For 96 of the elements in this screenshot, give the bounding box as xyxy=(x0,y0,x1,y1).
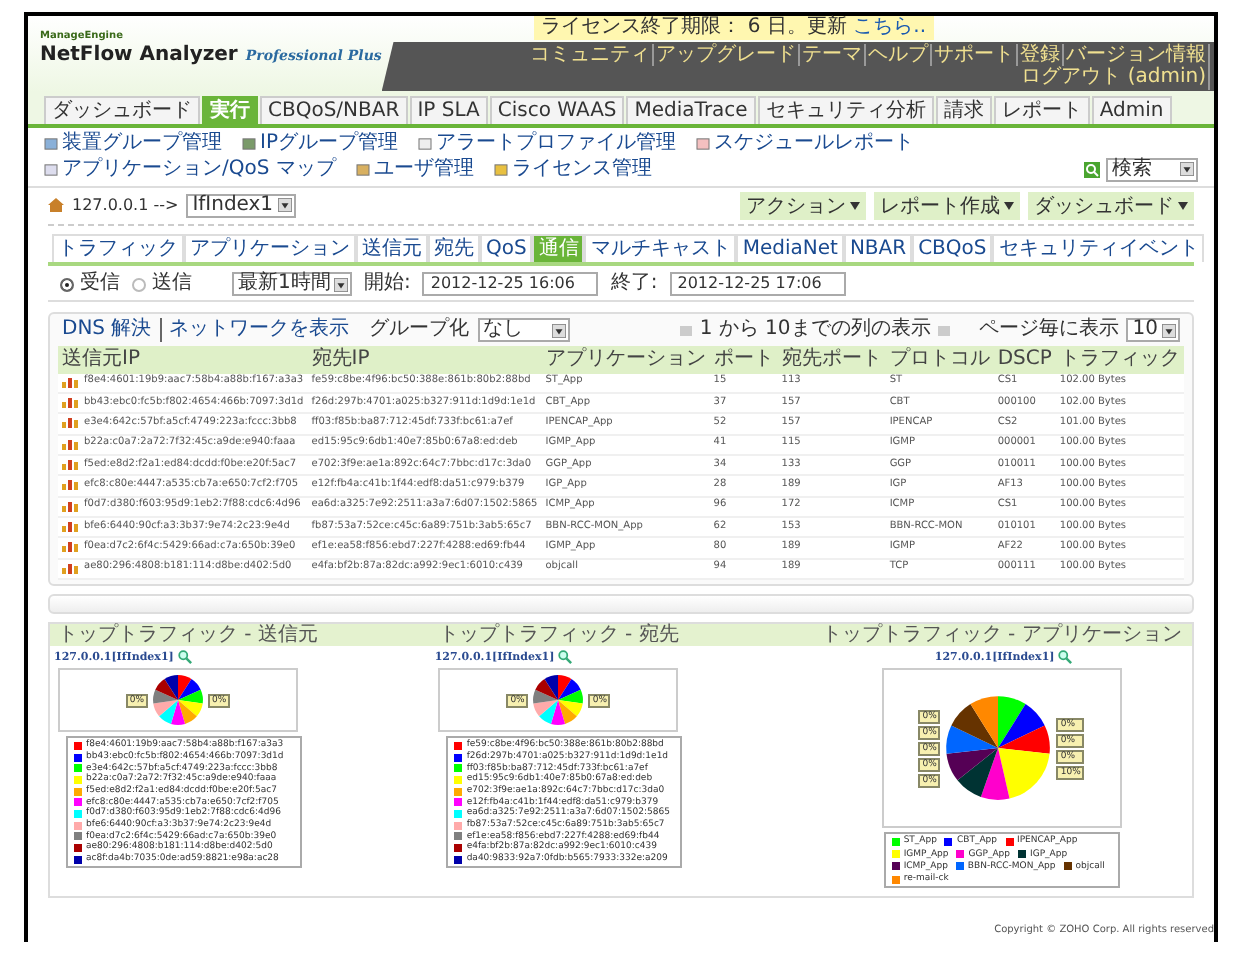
top-link[interactable]: コミュニティ xyxy=(528,43,654,66)
report-tab[interactable]: QoS xyxy=(480,233,533,262)
report-tab[interactable]: CBQoS xyxy=(912,233,993,262)
report-tab[interactable]: NBAR xyxy=(843,233,913,262)
renew-link[interactable]: こちら.. xyxy=(853,16,926,38)
per-page-label: ページ毎に表示 xyxy=(978,318,1119,342)
column-header[interactable]: トラフィック xyxy=(1055,346,1184,373)
pie-chart-drawing xyxy=(152,674,204,727)
caret-icon xyxy=(1004,201,1014,209)
license-notice: ライセンス終了期限： 6 日。更新 こちら.. xyxy=(533,16,934,39)
column-header[interactable]: ポート xyxy=(709,346,778,373)
group-select[interactable]: なし xyxy=(477,318,570,342)
column-header[interactable]: DSCP xyxy=(993,346,1056,373)
bar-chart-icon[interactable] xyxy=(62,522,78,533)
radio-button[interactable] xyxy=(60,277,74,291)
per-page-select[interactable]: 10 xyxy=(1126,318,1180,342)
toolbar-link[interactable]: スケジュールレポート xyxy=(713,132,914,155)
caret-icon xyxy=(1180,162,1194,176)
start-field[interactable]: 2012-12-25 16:06 xyxy=(422,272,599,296)
report-tab[interactable]: セキュリティイベント xyxy=(992,233,1205,262)
report-tab[interactable]: マルチキャスト xyxy=(584,233,737,262)
report-tab[interactable]: 宛先 xyxy=(428,233,480,262)
top-link[interactable]: ログアウト (admin) xyxy=(1019,66,1210,89)
toolbar-link[interactable]: アプリケーション/QoS マップ xyxy=(62,157,336,181)
pie-chart-drawing xyxy=(532,674,585,727)
column-header[interactable]: アプリケーション xyxy=(541,346,710,373)
pie-chart-drawing xyxy=(944,694,1053,803)
action-menu-button[interactable]: アクション xyxy=(740,191,866,219)
column-header[interactable]: 宛先ポート xyxy=(777,346,886,373)
group-label: グループ化 xyxy=(369,318,470,342)
start-label: 開始: xyxy=(364,272,411,296)
column-header[interactable]: プロトコル xyxy=(885,346,994,373)
network-link[interactable]: ネットワークを表示 xyxy=(159,318,350,342)
report-tab[interactable]: トラフィック xyxy=(52,233,184,262)
chart-title: トップトラフィック - アプリケーション xyxy=(811,623,1192,647)
toolbar-link[interactable]: ライセンス管理 xyxy=(511,157,652,181)
radio-label: 送信 xyxy=(152,272,192,296)
toolbar-link[interactable]: IPグループ管理 xyxy=(260,132,398,155)
main-tab[interactable]: MediaTrace xyxy=(626,95,756,124)
top-link[interactable]: バージョン情報 xyxy=(1064,43,1210,66)
caret-icon xyxy=(551,323,566,337)
radio-button[interactable] xyxy=(132,277,146,291)
main-tab[interactable]: CBQoS/NBAR xyxy=(260,95,408,124)
chart-title: トップトラフィック - 宛先 xyxy=(430,623,812,647)
action-menu-button[interactable]: レポート作成 xyxy=(874,191,1020,219)
row-range: 1 から 10までの列の表示 xyxy=(699,318,931,342)
caret-icon xyxy=(850,201,860,209)
caret-icon xyxy=(1178,201,1188,209)
dns-link[interactable]: DNS 解決 xyxy=(62,318,152,342)
bar-chart-icon[interactable] xyxy=(62,398,78,409)
caret-icon xyxy=(1162,323,1176,337)
end-field[interactable]: 2012-12-25 17:06 xyxy=(669,272,846,296)
bar-chart-icon[interactable] xyxy=(62,542,78,553)
main-tab[interactable]: レポート xyxy=(993,95,1090,124)
toolbar-link[interactable]: アラートプロファイル管理 xyxy=(435,132,676,155)
bar-chart-icon[interactable] xyxy=(62,377,78,388)
zoom-icon[interactable] xyxy=(558,650,573,665)
device-label: 127.0.0.1 --> xyxy=(72,195,179,215)
bar-chart-icon[interactable] xyxy=(62,439,78,450)
caret-icon xyxy=(277,198,292,212)
period-select[interactable]: 最新1時間 xyxy=(232,272,352,296)
home-icon[interactable] xyxy=(48,198,64,212)
search-select[interactable]: 検索 xyxy=(1106,157,1198,181)
bar-chart-icon[interactable] xyxy=(62,563,78,574)
top-link[interactable]: サポート xyxy=(932,43,1018,66)
main-tab[interactable]: Admin xyxy=(1091,95,1172,124)
main-tab[interactable]: Cisco WAAS xyxy=(489,95,625,124)
bar-chart-icon[interactable] xyxy=(62,460,78,471)
column-header[interactable]: 送信元IP xyxy=(58,346,308,373)
caret-icon xyxy=(334,277,349,291)
main-tab[interactable]: セキュリティ分析 xyxy=(757,95,934,124)
main-tab[interactable]: IP SLA xyxy=(409,95,488,124)
action-menu-button[interactable]: ダッシュボード xyxy=(1028,191,1194,219)
main-tab[interactable]: ダッシュボード xyxy=(44,95,200,124)
product-name: NetFlow Analyzer xyxy=(40,43,238,67)
top-link[interactable]: 登録 xyxy=(1018,43,1064,66)
top-link[interactable]: アップグレード xyxy=(654,43,800,66)
zoom-icon[interactable] xyxy=(177,650,192,665)
bar-chart-icon[interactable] xyxy=(62,480,78,491)
report-tab[interactable]: アプリケーション xyxy=(184,233,356,262)
radio-label: 受信 xyxy=(80,272,120,296)
interface-select[interactable]: IfIndex1 xyxy=(186,193,296,217)
column-header[interactable]: 宛先IP xyxy=(307,346,542,373)
top-link[interactable]: テーマ xyxy=(800,43,866,66)
top-link[interactable]: ヘルプ xyxy=(866,43,932,66)
toolbar-link[interactable]: 装置グループ管理 xyxy=(62,132,222,155)
search-icon[interactable] xyxy=(1084,161,1100,177)
main-tab[interactable]: 請求 xyxy=(935,95,992,124)
end-label: 終了: xyxy=(610,272,658,296)
chart-title: トップトラフィック - 送信元 xyxy=(50,623,431,647)
zoom-icon[interactable] xyxy=(1058,650,1073,665)
toolbar-link[interactable]: ユーザ管理 xyxy=(373,157,474,181)
report-tab[interactable]: 送信元 xyxy=(356,233,428,262)
report-tab[interactable]: MediaNet xyxy=(736,233,844,262)
bar-chart-icon[interactable] xyxy=(62,501,78,512)
bar-chart-icon[interactable] xyxy=(62,418,78,429)
